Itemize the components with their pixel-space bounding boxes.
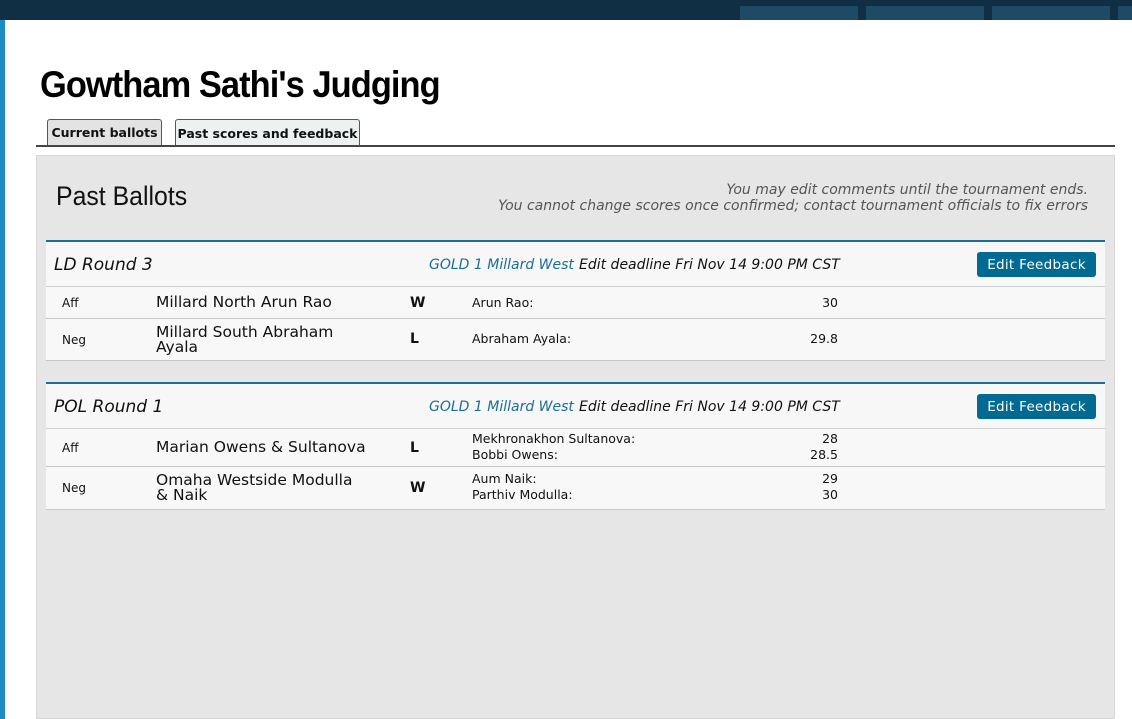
side-label: Aff	[62, 296, 79, 310]
side-label: Neg	[62, 333, 86, 347]
speaker-points: Abraham Ayala: 29.8	[472, 331, 838, 347]
result-badge: L	[410, 331, 419, 347]
table-row: Aff Marian Owens & Sultanova L Mekhronak…	[46, 429, 1105, 467]
table-row: Neg Omaha Westside Modulla & Naik W Aum …	[46, 467, 1105, 510]
round-name: POL Round 1	[54, 397, 164, 417]
nav-menu-item[interactable]	[740, 6, 858, 20]
page-title: Gowtham Sathi's Judging	[40, 64, 441, 105]
speaker-name: Parthiv Modulla:	[472, 487, 573, 502]
speaker-line: Abraham Ayala: 29.8	[472, 331, 838, 347]
nav-menu-item[interactable]	[992, 6, 1110, 20]
speaker-name: Mekhronakhon Sultanova:	[472, 431, 636, 446]
speaker-points-value: 29.8	[810, 331, 838, 346]
ballot-header: POL Round 1 GOLD 1 Millard West Edit dea…	[46, 384, 1105, 429]
edit-deadline: Edit deadline Fri Nov 14 9:00 PM CST	[579, 257, 840, 273]
tab-past-scores-feedback[interactable]: Past scores and feedback	[175, 119, 360, 146]
entry-name: Omaha Westside Modulla & Naik	[156, 471, 353, 504]
score-change-note: You cannot change scores once confirmed;…	[498, 198, 1088, 214]
entry-name: Millard North Arun Rao	[156, 293, 332, 311]
tournament-link[interactable]: GOLD 1 Millard West	[429, 399, 574, 415]
speaker-name: Aum Naik:	[472, 471, 537, 486]
round-name: LD Round 3	[54, 255, 153, 275]
panel-title: Past Ballots	[56, 181, 188, 211]
speaker-points: Mekhronakhon Sultanova: 28 Bobbi Owens: …	[472, 431, 838, 463]
left-edge-accent	[0, 20, 5, 719]
nav-menu-item[interactable]	[866, 6, 984, 20]
speaker-line: Mekhronakhon Sultanova: 28	[472, 431, 838, 447]
speaker-points-value: 28.5	[810, 447, 838, 462]
nav-menu-item[interactable]	[1118, 6, 1132, 20]
edit-comments-note: You may edit comments until the tourname…	[726, 182, 1088, 198]
speaker-line: Parthiv Modulla: 30	[472, 487, 838, 503]
ballot-header: LD Round 3 GOLD 1 Millard West Edit dead…	[46, 242, 1105, 287]
speaker-line: Aum Naik: 29	[472, 471, 838, 487]
speaker-points: Aum Naik: 29 Parthiv Modulla: 30	[472, 471, 838, 503]
speaker-name: Bobbi Owens:	[472, 447, 558, 462]
speaker-line: Bobbi Owens: 28.5	[472, 447, 838, 463]
side-label: Aff	[62, 441, 79, 455]
speaker-line: Arun Rao: 30	[472, 295, 838, 311]
ballot-card: POL Round 1 GOLD 1 Millard West Edit dea…	[46, 382, 1105, 510]
edit-feedback-button[interactable]: Edit Feedback	[977, 252, 1096, 277]
speaker-points-value: 29	[822, 471, 838, 486]
speaker-name: Arun Rao:	[472, 295, 534, 310]
side-label: Neg	[62, 481, 86, 495]
tab-underline	[36, 145, 1115, 147]
tournament-link[interactable]: GOLD 1 Millard West	[429, 257, 574, 273]
speaker-points: Arun Rao: 30	[472, 295, 838, 311]
speaker-points-value: 30	[822, 295, 838, 310]
top-nav-bar	[0, 0, 1132, 20]
table-row: Aff Millard North Arun Rao W Arun Rao: 3…	[46, 287, 1105, 319]
speaker-points-value: 28	[822, 431, 838, 446]
edit-feedback-button[interactable]: Edit Feedback	[977, 394, 1096, 419]
speaker-points-value: 30	[822, 487, 838, 502]
table-row: Neg Millard South Abraham Ayala L Abraha…	[46, 319, 1105, 361]
entry-name: Millard South Abraham Ayala	[156, 323, 334, 356]
result-badge: L	[410, 440, 419, 456]
edit-deadline: Edit deadline Fri Nov 14 9:00 PM CST	[579, 399, 840, 415]
result-badge: W	[410, 480, 426, 496]
ballot-card: LD Round 3 GOLD 1 Millard West Edit dead…	[46, 240, 1105, 361]
speaker-name: Abraham Ayala:	[472, 331, 572, 346]
tab-current-ballots[interactable]: Current ballots	[47, 119, 162, 145]
result-badge: W	[410, 295, 426, 311]
entry-name: Marian Owens & Sultanova	[156, 438, 366, 456]
